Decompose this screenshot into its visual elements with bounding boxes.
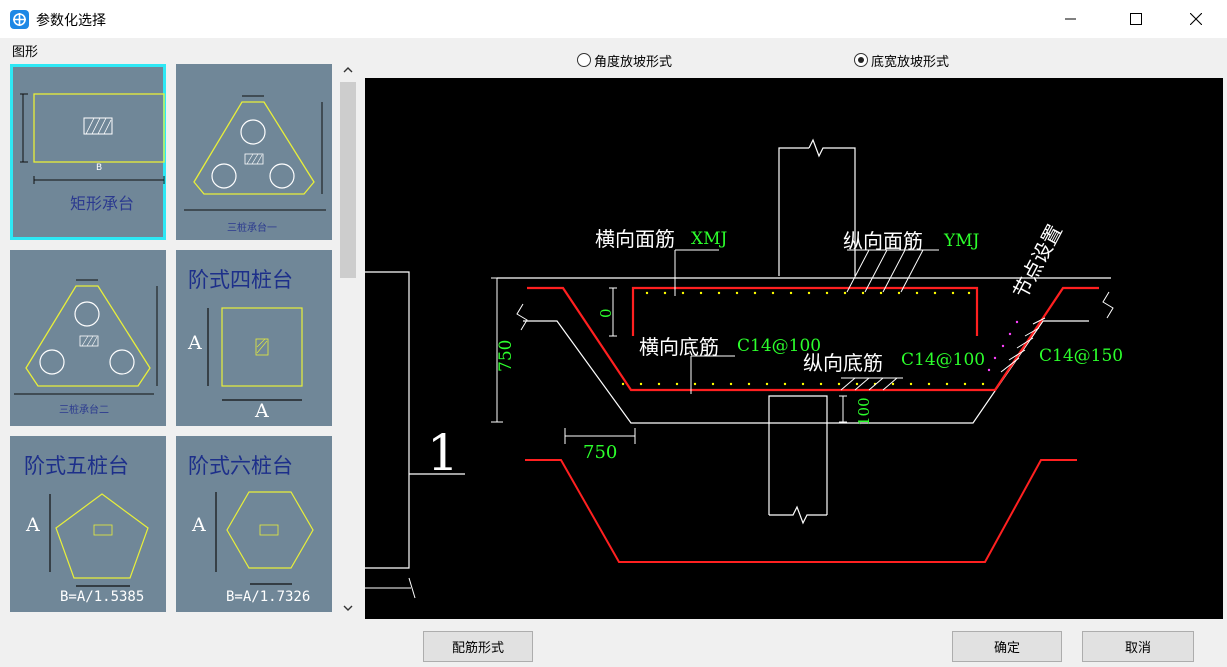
window-title: 参数化选择 — [36, 13, 106, 29]
dim-a-vertical: A — [26, 514, 40, 536]
minimize-button[interactable] — [1049, 0, 1093, 38]
gallery-item-four-pile[interactable]: 阶式四桩台 A A — [176, 250, 332, 426]
code-top-trans: XMJ — [691, 229, 728, 249]
label-top-trans: 横向面筋 — [595, 227, 675, 251]
rebar-section-drawing: 横向面筋 XMJ 纵向面筋 YMJ 节点设置 横向底筋 C14@100 纵向底筋… — [365, 138, 1123, 599]
formula-label: B=A/1.5385 — [60, 589, 145, 605]
dim-height: 750 — [496, 340, 516, 372]
cancel-button[interactable]: 取消 — [1082, 631, 1194, 662]
dialog-window: 参数化选择 图形 B 矩形承台 三桩承台一 三桩承台二 阶式四桩台 A A 阶式… — [0, 0, 1227, 667]
dim-a-vertical: A — [188, 332, 202, 354]
rect-dim-b: B — [96, 163, 103, 173]
code-side: C14@150 — [1039, 346, 1123, 366]
label-bottom-long: 纵向底筋 — [803, 351, 883, 375]
dim-a-vertical: A — [192, 514, 206, 536]
gallery-item-three-pile-1[interactable]: 三桩承台一 — [176, 64, 332, 240]
gallery-scrollbar[interactable] — [337, 58, 359, 618]
minimize-icon — [1065, 18, 1076, 20]
slope-mode-options: 角度放坡形式 底宽放坡形式 — [365, 44, 1227, 76]
top-rebar-dots — [645, 291, 971, 295]
gallery-item-five-pile[interactable]: 阶式五桩台 A B=A/1.5385 — [10, 436, 166, 612]
gallery-item-label: 三桩承台二 — [59, 405, 109, 416]
dim-width: 750 — [583, 442, 617, 463]
radio-angle-label: 角度放坡形式 — [594, 54, 673, 70]
rebar-form-button[interactable]: 配筋形式 — [423, 631, 533, 662]
gallery-item-three-pile-2[interactable]: 三桩承台二 — [10, 250, 166, 426]
radio-angle-indicator[interactable] — [577, 53, 591, 67]
shape-gallery: B 矩形承台 三桩承台一 三桩承台二 阶式四桩台 A A 阶式五桩台 A B=A… — [4, 58, 337, 616]
three-pile-cap-diagram — [14, 279, 158, 395]
three-pile-cap-diagram — [184, 95, 326, 211]
scroll-thumb[interactable] — [340, 82, 356, 278]
gallery-item-label: 三桩承台一 — [227, 223, 277, 234]
bottom-rebar-dots — [621, 382, 985, 386]
scroll-down-icon[interactable] — [342, 602, 354, 614]
radio-width-label: 底宽放坡形式 — [871, 54, 950, 70]
close-button[interactable] — [1174, 0, 1218, 38]
gallery-item-six-pile[interactable]: 阶式六桩台 A B=A/1.7326 — [176, 436, 332, 612]
section-mark: 1 — [427, 424, 459, 482]
radio-width-indicator[interactable] — [854, 53, 868, 67]
scroll-up-icon[interactable] — [342, 64, 354, 76]
app-icon — [10, 10, 29, 29]
label-top-long: 纵向面筋 — [843, 229, 923, 253]
formula-label: B=A/1.7326 — [226, 589, 311, 605]
cad-preview-canvas: 横向面筋 XMJ 纵向面筋 YMJ 节点设置 横向底筋 C14@100 纵向底筋… — [365, 78, 1223, 619]
label-node-setting: 节点设置 — [1008, 220, 1067, 302]
code-bottom-long: C14@100 — [901, 350, 985, 370]
gallery-item-rect[interactable]: B 矩形承台 — [10, 64, 166, 240]
title-bar: 参数化选择 — [0, 0, 1227, 38]
close-icon — [1190, 13, 1202, 25]
dim-zero: 0 — [597, 308, 615, 318]
ok-button[interactable]: 确定 — [952, 631, 1062, 662]
maximize-button[interactable] — [1114, 0, 1158, 38]
radio-width-slope[interactable]: 底宽放坡形式 — [854, 52, 950, 70]
gallery-item-label: 矩形承台 — [70, 194, 135, 213]
code-top-long: YMJ — [943, 231, 980, 251]
maximize-icon — [1130, 13, 1142, 25]
dim-a-horizontal: A — [255, 400, 269, 422]
radio-angle-slope[interactable]: 角度放坡形式 — [577, 52, 673, 70]
label-bottom-trans: 横向底筋 — [639, 335, 719, 359]
dim-cover: 100 — [855, 397, 873, 426]
